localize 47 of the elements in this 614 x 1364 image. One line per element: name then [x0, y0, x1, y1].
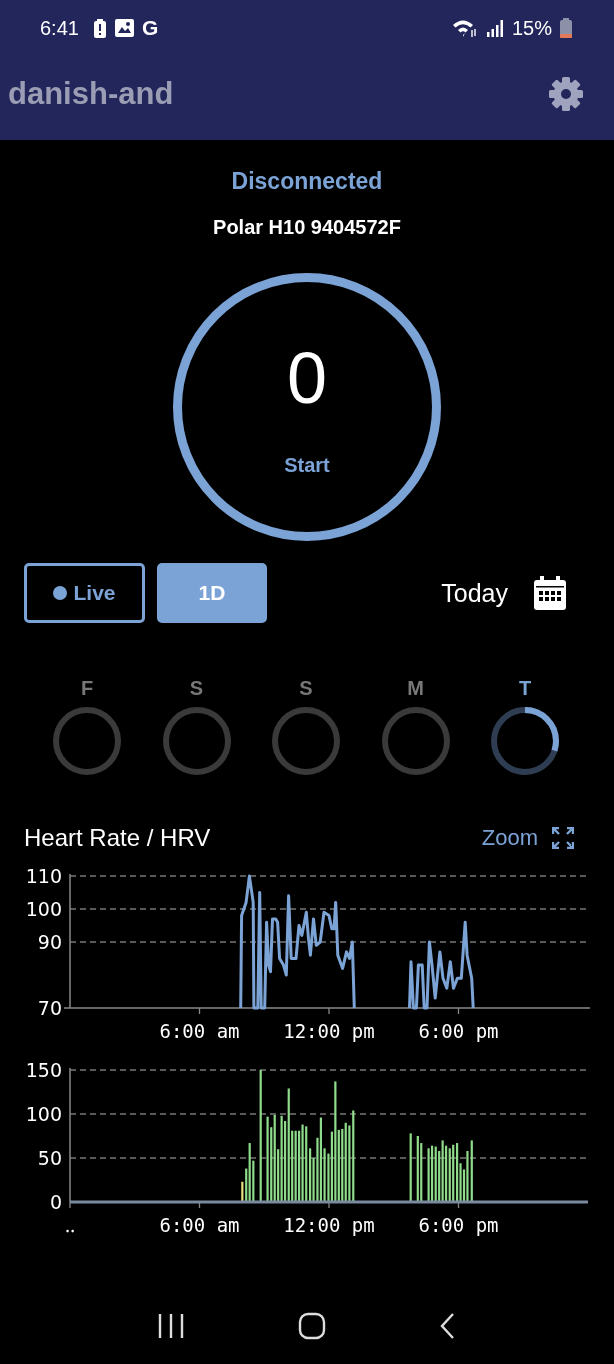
- status-time: 6:41: [40, 16, 79, 40]
- x-tick-label: 12:00 pm: [283, 1020, 375, 1042]
- settings-icon[interactable]: [548, 76, 584, 112]
- battery-alert-icon: [92, 18, 107, 38]
- range-button[interactable]: Live: [24, 563, 145, 623]
- image-icon: [114, 19, 134, 37]
- x-tick-label: 6:00 am: [159, 1020, 240, 1042]
- calendar-icon[interactable]: [534, 576, 566, 610]
- x-tick-label: 6:00 pm: [418, 1214, 499, 1236]
- x-tick-label: 6:00 pm: [418, 1020, 499, 1042]
- y-tick-label: 150: [25, 1059, 62, 1081]
- recent-apps-icon[interactable]: [156, 1313, 186, 1339]
- y-tick-label: 110: [25, 865, 62, 887]
- y-tick-label: 0: [49, 1191, 62, 1213]
- google-letter: G: [141, 16, 159, 40]
- signal-icon: [485, 19, 504, 37]
- day-label[interactable]: S: [299, 677, 313, 700]
- day-label[interactable]: S: [189, 677, 204, 700]
- date-label: Today: [441, 578, 508, 608]
- day-label[interactable]: F: [80, 677, 94, 700]
- x-tick-label: 6:00 am: [159, 1214, 240, 1236]
- device-name: Polar H10 9404572F: [213, 216, 401, 239]
- wifi-icon: [451, 18, 478, 38]
- day-label[interactable]: M: [407, 677, 424, 700]
- y-tick-label: 50: [37, 1147, 62, 1169]
- heart-rate-value: 0: [286, 342, 327, 414]
- range-button[interactable]: 1D: [157, 563, 267, 623]
- y-tick-label: 90: [37, 931, 62, 953]
- x-tick-label: ‥: [65, 1214, 75, 1236]
- x-tick-label: 12:00 pm: [283, 1214, 375, 1236]
- app-title: danish-and: [8, 76, 174, 112]
- start-button[interactable]: 0 Start: [173, 273, 441, 541]
- section-title: Heart Rate / HRV: [24, 824, 211, 852]
- day-progress-ring[interactable]: [490, 706, 560, 776]
- zoom-link[interactable]: Zoom: [481, 825, 538, 851]
- home-icon[interactable]: [298, 1312, 326, 1340]
- battery-icon: [560, 18, 572, 38]
- battery-percent: 15%: [511, 16, 552, 40]
- live-dot-icon: [53, 586, 68, 600]
- expand-icon[interactable]: [552, 827, 574, 849]
- y-tick-label: 70: [37, 997, 62, 1019]
- y-tick-label: 100: [25, 898, 62, 920]
- connection-status: Disconnected: [231, 168, 383, 195]
- y-tick-label: 100: [25, 1103, 62, 1125]
- start-label: Start: [284, 454, 330, 477]
- hrv-bar: [409, 1133, 412, 1202]
- day-label[interactable]: T: [518, 677, 532, 700]
